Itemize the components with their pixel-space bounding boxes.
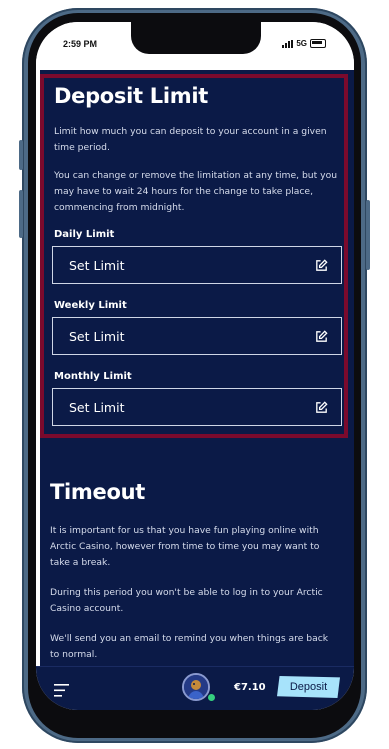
daily-limit-label: Daily Limit — [54, 229, 115, 240]
side-button — [19, 140, 23, 170]
balance-amount: €7.10 — [234, 682, 266, 693]
edit-icon[interactable] — [314, 329, 329, 344]
signal-icon — [282, 39, 294, 48]
weekly-limit-value: Set Limit — [69, 328, 125, 344]
timeout-description: It is important for us that you have fun… — [50, 525, 320, 568]
side-button — [366, 200, 370, 270]
deposit-limit-title: Deposit Limit — [54, 84, 208, 108]
daily-limit-value: Set Limit — [69, 257, 125, 273]
main-content[interactable]: Deposit Limit Limit how much you can dep… — [40, 70, 354, 666]
status-indicators: 5G — [282, 39, 326, 48]
notch — [131, 22, 261, 54]
monthly-limit-field[interactable]: Set Limit — [52, 388, 342, 426]
monthly-limit-label: Monthly Limit — [54, 371, 132, 382]
weekly-limit-label: Weekly Limit — [54, 300, 127, 311]
deposit-button[interactable]: Deposit — [277, 676, 340, 698]
battery-icon — [310, 39, 326, 48]
bottom-navigation: €7.10 Deposit — [36, 666, 354, 710]
timeout-title: Timeout — [50, 480, 145, 504]
weekly-limit-field[interactable]: Set Limit — [52, 317, 342, 355]
deposit-limit-note: You can change or remove the limitation … — [54, 170, 338, 213]
deposit-limit-section: Deposit Limit Limit how much you can dep… — [40, 74, 348, 438]
status-bar: 2:59 PM 5G — [36, 22, 354, 70]
monthly-limit-value: Set Limit — [69, 399, 125, 415]
online-status-dot — [207, 693, 216, 702]
deposit-limit-description: Limit how much you can deposit to your a… — [54, 126, 327, 153]
network-label: 5G — [296, 39, 307, 48]
phone-screen: 2:59 PM 5G Deposit Limit Limit how much … — [36, 22, 354, 710]
timeout-login-note: During this period you won't be able to … — [50, 587, 323, 614]
daily-limit-field[interactable]: Set Limit — [52, 246, 342, 284]
side-button — [19, 190, 23, 238]
status-time: 2:59 PM — [63, 39, 98, 49]
avatar[interactable] — [182, 673, 210, 701]
timeout-email-note: We'll send you an email to remind you wh… — [50, 633, 329, 660]
edit-icon[interactable] — [314, 258, 329, 273]
hamburger-menu-icon[interactable] — [54, 682, 70, 701]
edit-icon[interactable] — [314, 400, 329, 415]
